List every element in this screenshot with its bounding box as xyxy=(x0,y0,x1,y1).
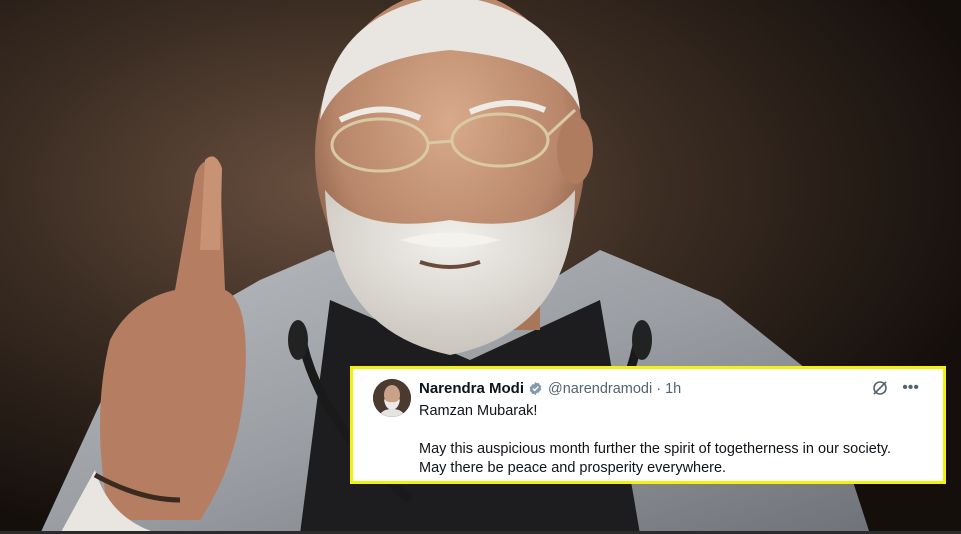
avatar[interactable] xyxy=(373,379,411,417)
tweet-actions: ••• xyxy=(872,380,919,396)
handle-timestamp[interactable]: @narendramodi · 1h xyxy=(548,381,681,397)
tweet-header: Narendra Modi @narendramodi · 1h xyxy=(419,380,681,397)
verified-badge-icon xyxy=(528,381,543,396)
tweet-card[interactable]: Narendra Modi @narendramodi · 1h ••• Ram… xyxy=(350,366,946,484)
tweet-greeting: Ramzan Mubarak! xyxy=(419,403,538,419)
tweet-line-2: May there be peace and prosperity everyw… xyxy=(419,460,727,476)
tweet-body: Ramzan Mubarak! May this auspicious mont… xyxy=(419,402,939,478)
tweet-line-1: May this auspicious month further the sp… xyxy=(419,441,892,457)
author-name[interactable]: Narendra Modi xyxy=(419,380,524,397)
news-photo: Narendra Modi @narendramodi · 1h ••• Ram… xyxy=(0,0,961,534)
more-icon[interactable]: ••• xyxy=(902,380,919,396)
grok-icon[interactable] xyxy=(872,380,888,396)
